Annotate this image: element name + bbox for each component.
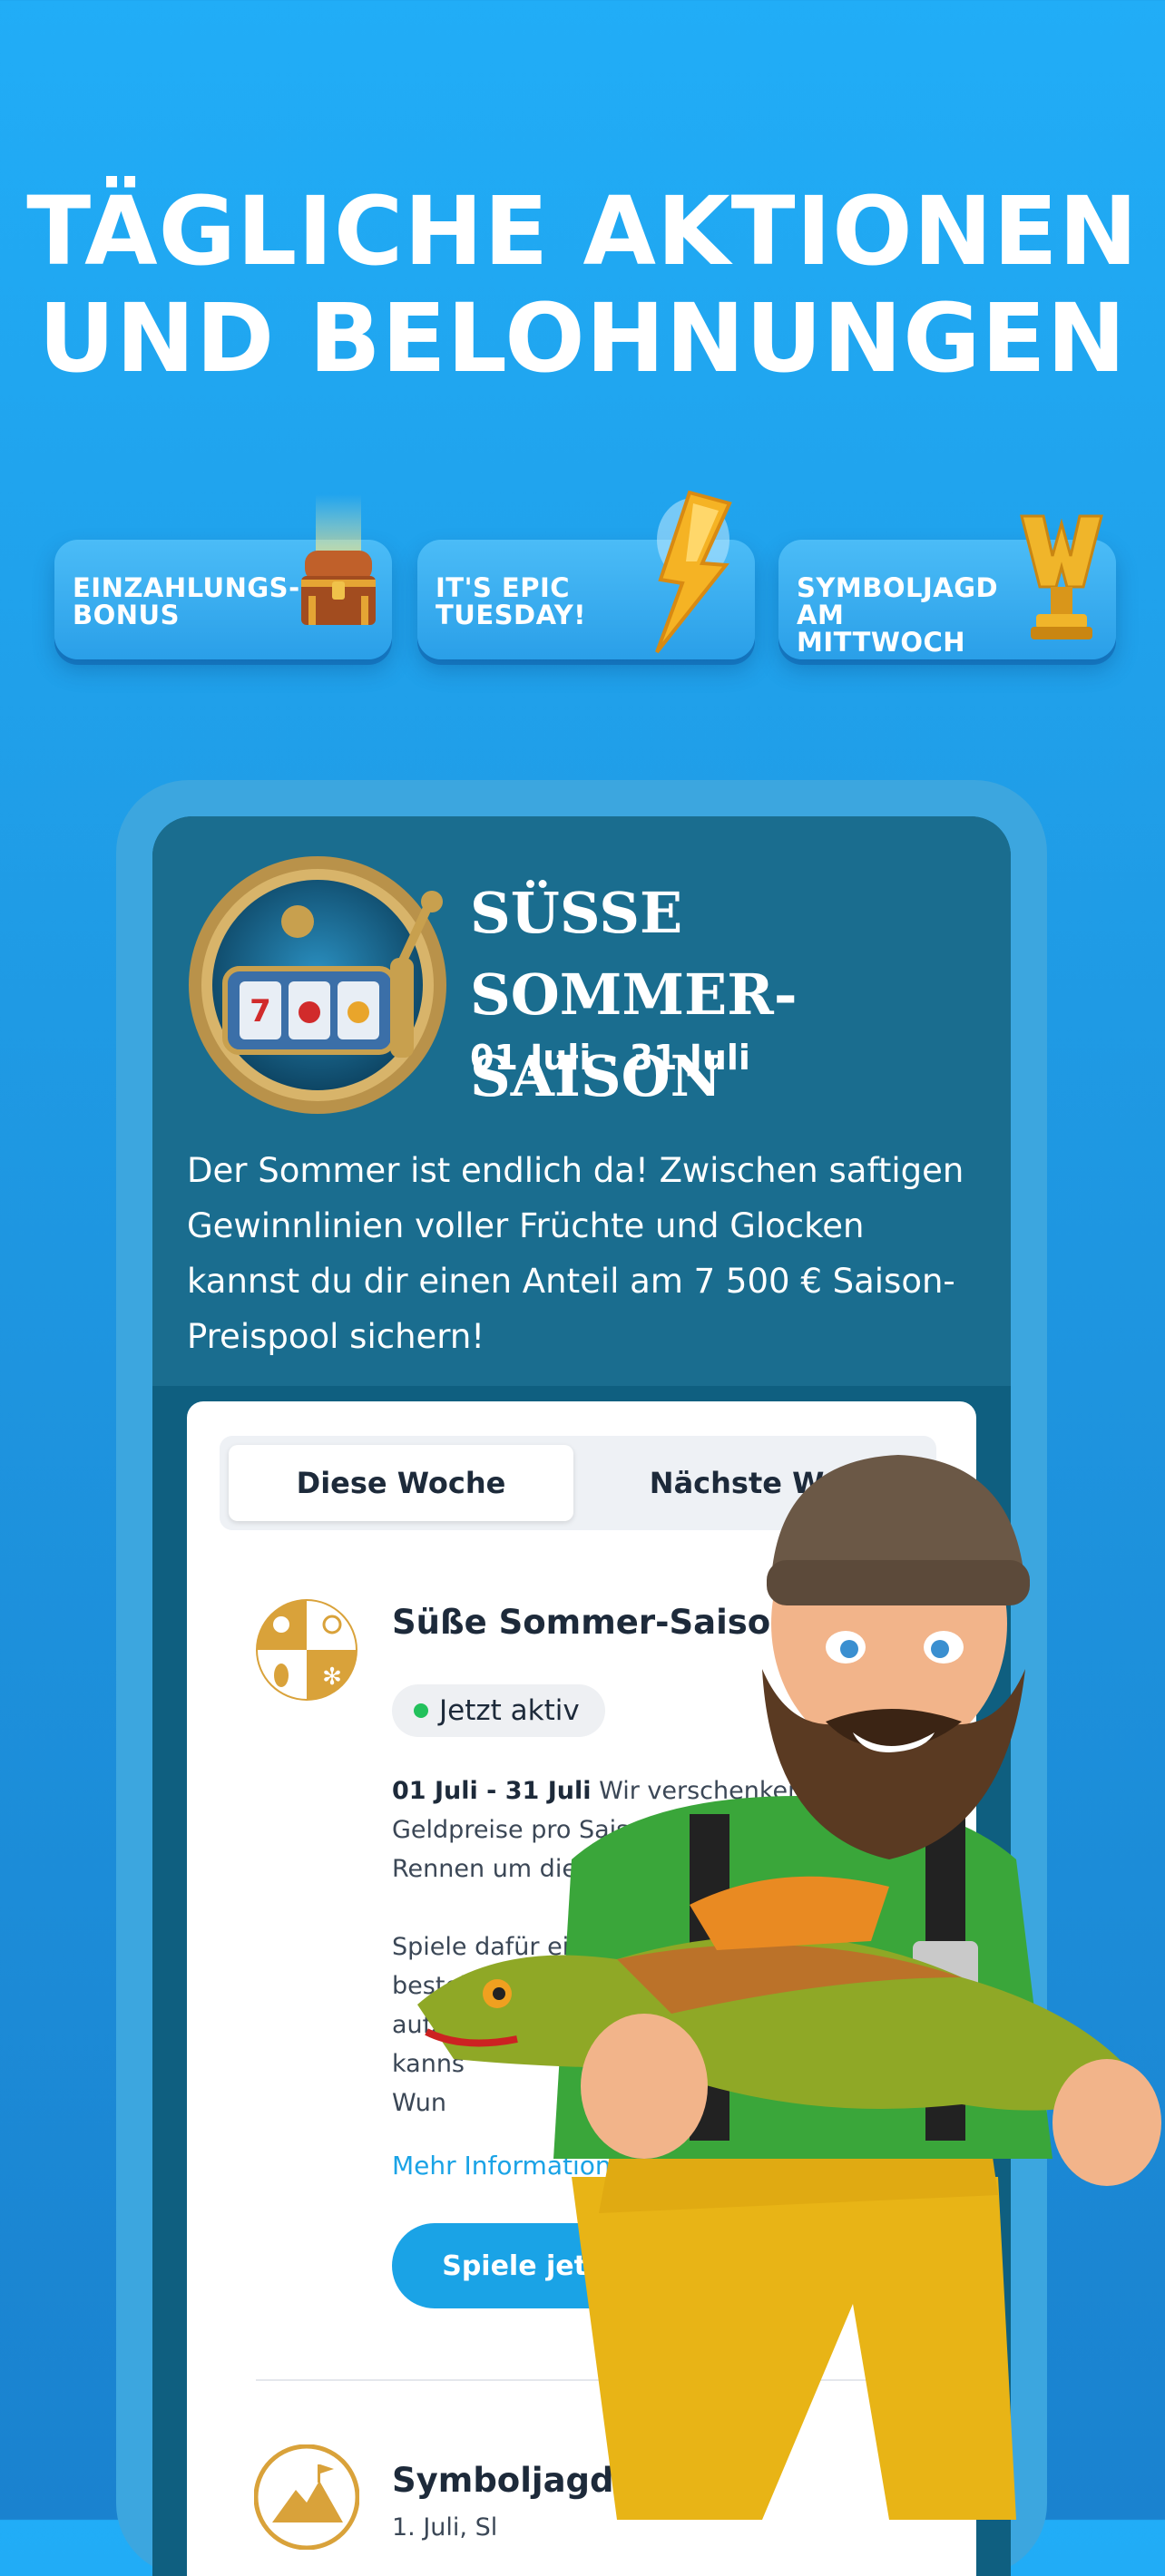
- promo-label-line1: EINZAHLUNGS-: [73, 572, 300, 603]
- mountain-icon: [254, 2444, 359, 2550]
- svg-text:7: 7: [250, 993, 271, 1029]
- season-description: Der Sommer ist endlich da! Zwischen saft…: [187, 1151, 964, 1356]
- fisherman-character-illustration: [417, 1455, 1161, 2520]
- treasure-chest-icon: [301, 494, 376, 625]
- headline-line-2: UND BELOHNUNGEN: [38, 283, 1127, 394]
- slot-machine-icon: 7: [189, 856, 446, 1114]
- page-headline: TÄGLICHE AKTIONEN UND BELOHNUNGEN: [0, 178, 1165, 392]
- season-title: SÜSSE SOMMER- SAISON: [470, 873, 978, 1117]
- promo-label: IT'S EPIC TUESDAY!: [436, 574, 644, 629]
- promo-label-line2: BONUS: [73, 600, 180, 630]
- lightning-bolt-icon: [655, 490, 732, 654]
- promo-label-line2: TUESDAY!: [436, 600, 586, 630]
- promo-label: EINZAHLUNGS- BONUS: [73, 572, 300, 630]
- seasons-icon: ✻: [256, 1599, 357, 1701]
- promo-card-deposit-bonus[interactable]: EINZAHLUNGS- BONUS: [54, 494, 392, 659]
- headline-line-1: TÄGLICHE AKTIONEN: [26, 176, 1139, 287]
- promo-card-symbol-hunt[interactable]: SYMBOLJAGD AM MITTWOCH: [778, 514, 1116, 659]
- promo-card-epic-tuesday[interactable]: IT'S EPIC TUESDAY!: [417, 490, 755, 659]
- svg-text:✻: ✻: [322, 1664, 342, 1691]
- season-dates: 01 Juli - 31 Juli: [470, 1038, 750, 1078]
- promo-row: EINZAHLUNGS- BONUS IT'S EPIC TUESDAY! SY…: [0, 490, 1165, 671]
- promo-label-line1: SYMBOLJAGD: [797, 572, 999, 603]
- promo-label-line2: AM MITTWOCH: [797, 600, 966, 658]
- promo-label-line1: IT'S EPIC: [436, 572, 571, 603]
- w-trophy-icon: [1020, 514, 1103, 639]
- season-title-line1: SÜSSE SOMMER-: [470, 880, 798, 1028]
- promo-label: SYMBOLJAGD AM MITTWOCH: [797, 574, 1005, 656]
